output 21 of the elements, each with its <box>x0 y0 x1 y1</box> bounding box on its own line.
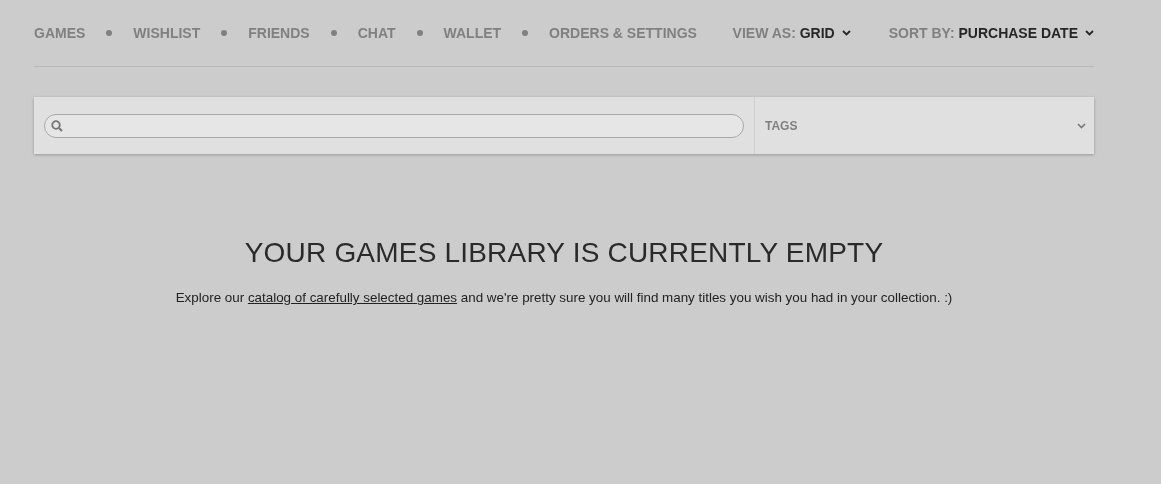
separator-dot <box>221 30 228 36</box>
nav-link[interactable]: GAMES <box>34 22 86 44</box>
search-field[interactable] <box>44 113 744 138</box>
nav-link[interactable]: CHAT <box>357 22 396 44</box>
nav-link[interactable]: ORDERS & SETTINGS <box>549 22 697 44</box>
catalog-link[interactable]: catalog of carefully selected games <box>247 290 458 305</box>
separator-dot <box>522 30 529 36</box>
chevron-icon <box>841 30 851 36</box>
view-as-dropdown[interactable]: VIEW AS: GRID <box>732 22 851 44</box>
sort-by-dropdown[interactable]: SORT BY: PURCHASE DATE <box>888 22 1094 44</box>
nav-link[interactable]: WALLET <box>443 22 502 44</box>
chevron-icon <box>1085 30 1094 36</box>
search-icon <box>51 119 63 132</box>
nav-link[interactable]: FRIENDS <box>248 22 310 44</box>
chevron-icon <box>1077 122 1086 129</box>
empty-library-title: YOUR GAMES LIBRARY IS CURRENTLY EMPTY <box>243 236 885 270</box>
empty-library-message: Explore our catalog of carefully selected games and we're pretty sure you will find many titles you wish you had in your collection. :) <box>174 289 954 307</box>
separator-dot <box>330 30 337 36</box>
nav-link[interactable]: WISHLIST <box>133 22 201 44</box>
separator-dot <box>106 30 113 36</box>
separator-dot <box>416 30 423 36</box>
